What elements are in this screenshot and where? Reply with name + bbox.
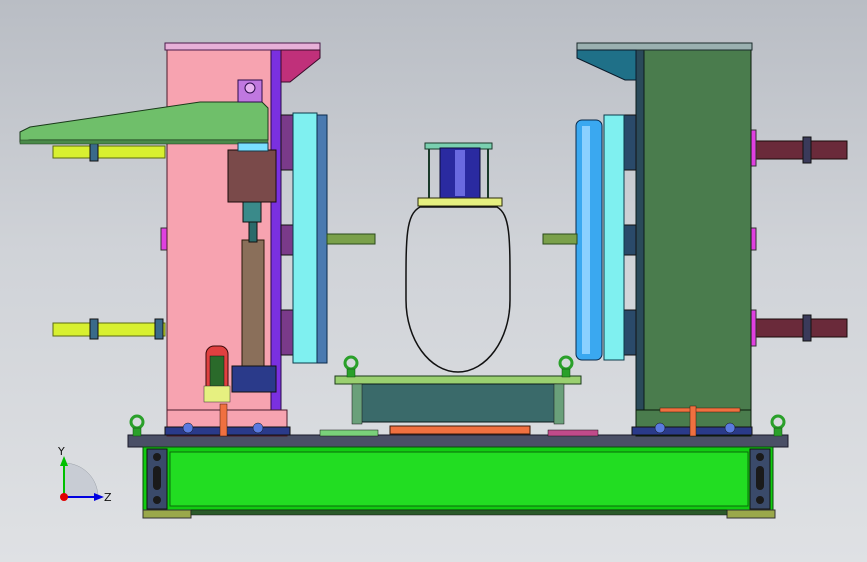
triad-arc	[63, 462, 99, 498]
eyebolt-right-corner	[770, 414, 786, 437]
coordinate-triad: Y Z	[57, 445, 112, 504]
right-lower-shaft	[751, 318, 848, 338]
right-upper-shaft	[751, 140, 848, 160]
right-bearing-stack-1	[623, 114, 637, 171]
center-assembly	[319, 142, 599, 437]
eyebolt-left-corner	[129, 414, 145, 437]
right-bracket-slot	[756, 466, 764, 490]
right-bearing-stack-2	[623, 224, 637, 256]
left-lower-shaft	[52, 322, 166, 337]
right-base-bolt-2	[724, 422, 736, 434]
left-top-wedge	[280, 49, 321, 83]
material-loop-outline	[405, 206, 511, 373]
coil-highlight	[455, 150, 465, 196]
center-block-right-flange	[553, 383, 565, 425]
center-block	[359, 383, 557, 423]
center-block-bottom-bar	[389, 425, 531, 435]
eyebolt-center-right	[558, 355, 574, 378]
left-valve-inner	[209, 355, 225, 387]
right-stub-shaft	[542, 233, 578, 245]
triad-z-arrowhead	[94, 493, 104, 501]
left-bracket-slot	[153, 466, 161, 490]
left-upper-shaft-collar	[89, 142, 99, 162]
left-housing-top-cap	[164, 42, 321, 51]
triad-z-label: Z	[104, 491, 112, 504]
right-roller-plate	[603, 114, 625, 361]
base-beam-web	[169, 451, 749, 507]
right-blue-roller-highlight	[582, 126, 590, 354]
left-gearbox-top	[237, 142, 269, 152]
right-bracket-hole-top	[756, 453, 764, 461]
left-gearbox-coupling	[242, 201, 262, 223]
right-base-orange-post	[689, 405, 697, 437]
left-stub-shaft	[326, 233, 376, 245]
left-valve-lower	[203, 385, 231, 403]
left-cylinder-base	[231, 365, 277, 393]
left-lower-shaft-collar-2	[154, 318, 164, 340]
triad-x-origin	[60, 493, 68, 501]
right-top-wedge	[576, 49, 637, 81]
right-housing	[640, 46, 752, 413]
eyebolt-center-left	[343, 355, 359, 378]
right-upper-shaft-collar	[802, 136, 812, 164]
left-housing-side	[270, 49, 282, 413]
left-lower-shaft-collar	[89, 318, 99, 340]
base-foot-right	[726, 509, 776, 519]
base-foot-left	[142, 509, 192, 519]
left-cylinder-rod	[248, 221, 258, 243]
center-foot-left	[319, 429, 379, 437]
left-bracket-hole-top	[153, 453, 161, 461]
left-roller-plate-back	[316, 114, 328, 364]
left-bearing-stack-1	[280, 114, 294, 171]
left-bracket-hole-bottom	[153, 496, 161, 504]
triad-y-label: Y	[57, 445, 65, 458]
base-top-plate	[127, 434, 789, 448]
center-block-left-flange	[351, 383, 363, 425]
left-assembly	[19, 42, 376, 437]
right-base-orange-bar	[659, 407, 741, 413]
right-lower-shaft-collar	[802, 314, 812, 342]
right-housing-side	[635, 49, 645, 413]
center-upper-plate	[334, 375, 582, 385]
coil-base-plate	[417, 197, 503, 207]
left-arm-bracket	[19, 101, 269, 143]
left-arm-lower-edge	[19, 139, 269, 145]
right-bracket-hole-bottom	[756, 496, 764, 504]
left-roller-plate	[292, 112, 318, 364]
left-arm-clamp-bolt	[244, 82, 256, 94]
right-base-bolt-1	[654, 422, 666, 434]
center-foot-right	[547, 429, 599, 437]
right-assembly	[542, 42, 848, 437]
left-upper-shaft	[52, 145, 166, 159]
left-bearing-stack-3	[280, 309, 294, 356]
right-bearing-stack-3	[623, 309, 637, 356]
base-bottom-bar	[190, 509, 728, 516]
left-base-bolt-2	[252, 422, 264, 434]
left-base-bolt-1	[182, 422, 194, 434]
cad-assembly-view: Y Z	[19, 42, 848, 519]
left-cylinder	[241, 239, 265, 367]
left-base-orange-post	[219, 403, 228, 437]
left-gearbox	[227, 149, 277, 203]
right-housing-top-cap	[576, 42, 753, 51]
left-bearing-stack-2	[280, 224, 294, 256]
